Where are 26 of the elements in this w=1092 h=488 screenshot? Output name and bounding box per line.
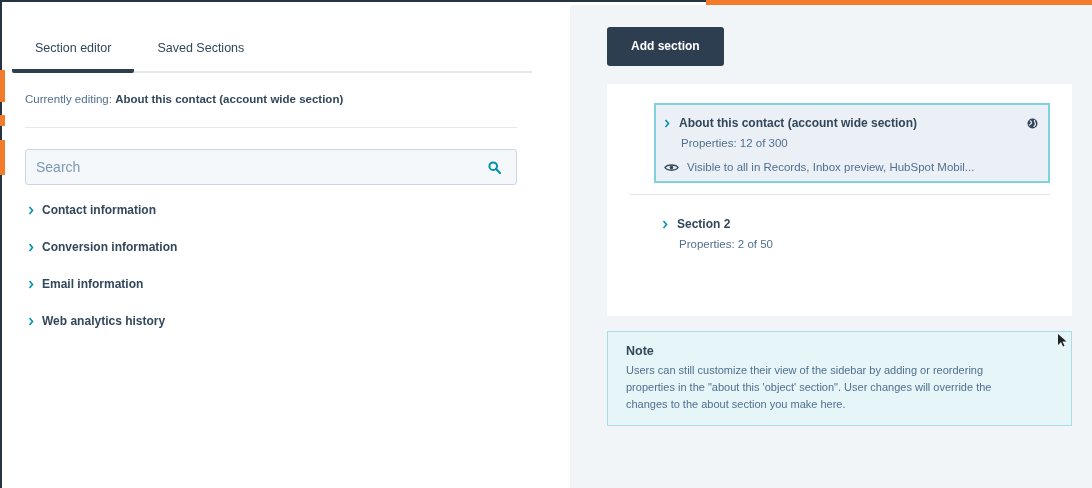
editing-label: Currently editing: About this contact (account wide section) <box>25 93 345 105</box>
accent-bar <box>0 70 5 102</box>
add-section-button[interactable]: Add section <box>607 27 724 66</box>
search-icon <box>488 161 501 174</box>
properties-count: Properties: 12 of 300 <box>681 137 789 149</box>
section-title: About this contact (account wide section) <box>679 116 917 130</box>
accent-bar <box>0 140 5 175</box>
note-text: Users can still customize their view of the sidebar by adding or reordering properties in the "about this 'object' section". User changes will override the changes to the about section you make here. <box>626 363 993 412</box>
properties-count: Properties: 2 of 50 <box>679 238 774 250</box>
chevron-right-icon <box>664 118 670 128</box>
tab[interactable]: Section editor <box>12 17 135 73</box>
cursor-icon <box>1058 334 1067 347</box>
eye-icon <box>664 162 679 172</box>
section-title: Section 2 <box>677 217 731 231</box>
property-group[interactable]: Web analytics history <box>42 314 166 328</box>
section[interactable]: Section 2 Properties: 2 of 50 <box>630 195 1050 258</box>
chevron-right-icon <box>662 219 668 229</box>
note-title: Note <box>626 344 655 358</box>
property-group[interactable]: Email information <box>42 277 144 291</box>
visibility-text: Visible to all in Records, Inbox preview, HubSpot Mobil... <box>687 161 975 173</box>
search-field[interactable]: Search <box>25 149 517 185</box>
accent-bar <box>0 115 5 126</box>
property-group[interactable]: Contact information <box>42 203 156 217</box>
tab[interactable]: Saved Sections <box>134 17 268 73</box>
selected-section[interactable]: About this contact (account wide section) Properties: 12 of 300 Visible to all in Records, Inbox preview, HubSpot Mobil... <box>654 103 1050 183</box>
property-group[interactable]: Conversion information <box>42 240 178 254</box>
